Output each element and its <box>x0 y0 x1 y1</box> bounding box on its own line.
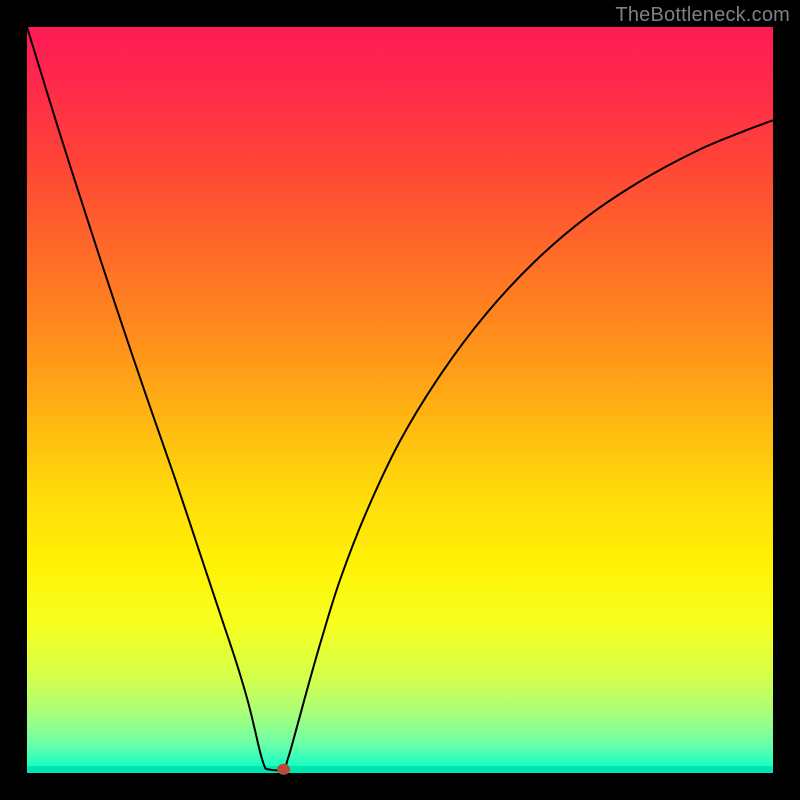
optimum-marker <box>278 764 290 774</box>
curve-svg <box>27 27 773 773</box>
bottleneck-curve <box>27 27 773 770</box>
watermark-text: TheBottleneck.com <box>615 4 790 27</box>
plot-area <box>27 27 773 773</box>
chart-frame: TheBottleneck.com <box>0 0 800 800</box>
